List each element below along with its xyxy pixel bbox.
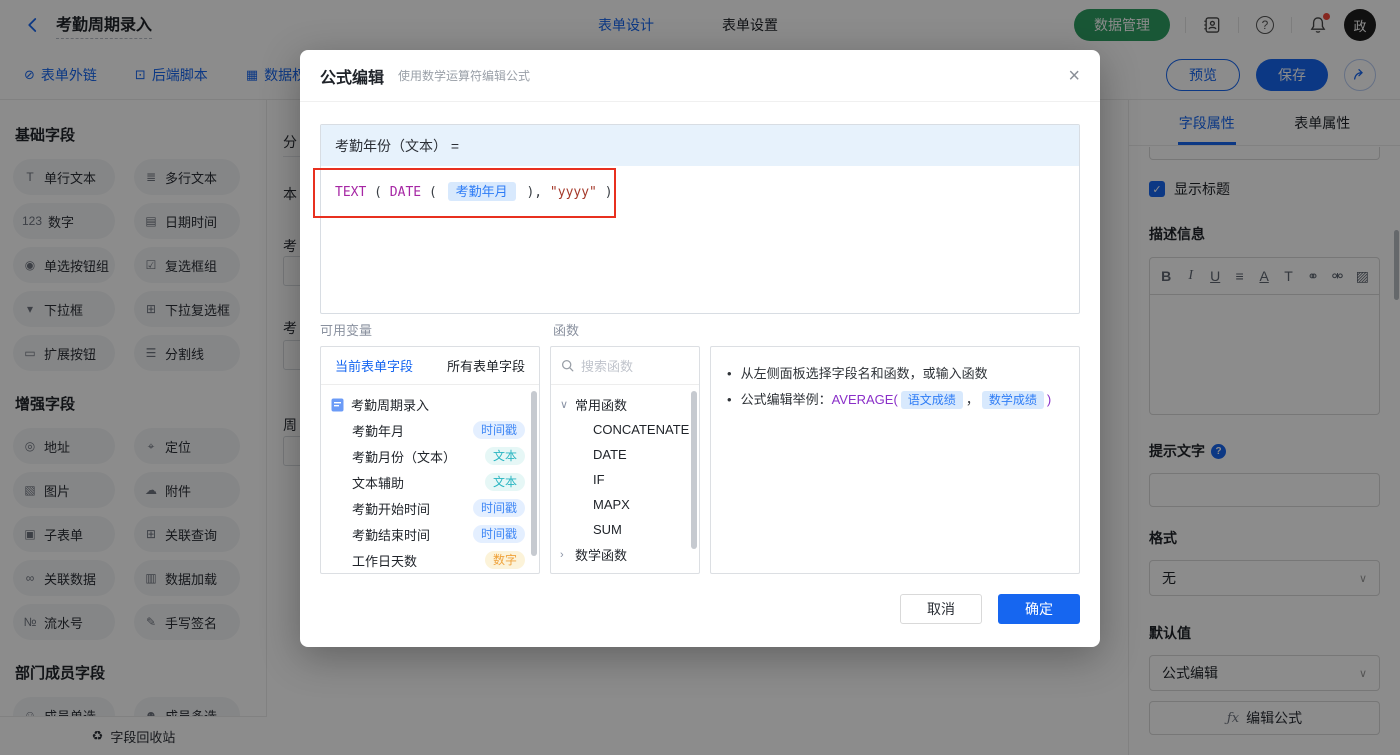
function-tree: ∨ 常用函数 CONCATENATE DATE IF MAPX SUM › 数学…	[551, 385, 699, 575]
function-name: MAPX	[593, 497, 630, 512]
tree-chevron-icon: ›	[560, 548, 564, 561]
help-example-close: )	[1046, 392, 1052, 407]
modal-header: 公式编辑 使用数学运算符编辑公式 ×	[300, 50, 1100, 102]
variables-scrollbar[interactable]	[531, 391, 537, 556]
formula-token: (	[374, 185, 382, 200]
variable-type-badge: 时间戳	[472, 525, 525, 543]
variable-row[interactable]: 考勤结束时间 时间戳	[331, 521, 539, 547]
variable-name: 考勤月份（文本）	[352, 449, 457, 465]
formula-editor: 考勤年份（文本） = TEXT ( DATE ( 考勤年月 ), "yyyy" …	[320, 124, 1080, 314]
formula-token: 考勤年月	[447, 182, 516, 201]
tree-chevron-icon: ›	[560, 574, 570, 575]
close-icon[interactable]: ×	[1068, 66, 1080, 86]
formula-token: ),	[526, 185, 543, 200]
functions-panel: 搜索函数 ∨ 常用函数 CONCATENATE DATE IF MAPX SUM…	[550, 346, 700, 574]
tree-root-form[interactable]: 考勤周期录入	[331, 392, 539, 417]
functions-scrollbar[interactable]	[691, 391, 697, 549]
variables-panel: 当前表单字段 所有表单字段 考勤周期录入 考勤年月 时间戳 考勤月份（文本） 文	[320, 346, 540, 574]
tab-all-form-fields[interactable]: 所有表单字段	[447, 356, 525, 375]
function-name: SUM	[593, 522, 622, 537]
variable-name: 工作日天数	[352, 553, 418, 569]
function-row[interactable]: SUM	[551, 517, 699, 542]
function-name: 常用函数	[575, 398, 628, 413]
formula-input-area[interactable]: TEXT ( DATE ( 考勤年月 ), "yyyy" )	[321, 166, 1079, 215]
variable-type-badge: 数字	[484, 551, 525, 569]
variable-name: 文本辅助	[352, 475, 405, 491]
variable-row[interactable]: 考勤月份（文本） 文本	[331, 443, 539, 469]
confirm-button[interactable]: 确定	[998, 594, 1080, 624]
variable-name: 考勤开始时间	[352, 501, 431, 517]
variables-tree: 考勤周期录入 考勤年月 时间戳 考勤月份（文本） 文本 文本辅助 文本 考勤开始…	[321, 385, 539, 573]
modal-title: 公式编辑	[320, 69, 385, 87]
variable-type-badge: 文本	[484, 447, 525, 465]
modal-subtitle: 使用数学运算符编辑公式	[398, 69, 531, 83]
formula-help-panel: 从左侧面板选择字段名和函数，或输入函数 公式编辑举例：AVERAGE(语文成绩，…	[710, 346, 1080, 574]
function-row[interactable]: DATE	[551, 442, 699, 467]
formula-token: DATE	[389, 185, 422, 200]
function-name: 文本函数	[575, 570, 627, 573]
cancel-button[interactable]: 取消	[900, 594, 982, 624]
variable-type-badge: 文本	[484, 473, 525, 491]
help-example-chip: 语文成绩	[900, 391, 963, 409]
function-name: 数学函数	[575, 548, 628, 563]
variable-row[interactable]: 文本辅助 文本	[331, 469, 539, 495]
function-name: IF	[593, 472, 605, 487]
formula-edit-modal: 公式编辑 使用数学运算符编辑公式 × 考勤年份（文本） = TEXT ( DAT…	[300, 50, 1100, 647]
variable-name: 考勤年月	[352, 423, 405, 439]
function-row[interactable]: CONCATENATE	[551, 417, 699, 442]
formula-token: )	[604, 185, 613, 200]
variable-type-badge: 时间戳	[472, 499, 525, 517]
variable-row[interactable]: 考勤开始时间 时间戳	[331, 495, 539, 521]
function-search[interactable]: 搜索函数	[551, 347, 699, 385]
help-tip-2: 公式编辑举例：AVERAGE(语文成绩，数学成绩)	[727, 387, 1063, 413]
variable-type-badge: 时间戳	[472, 421, 525, 439]
functions-label: 函数	[553, 323, 580, 338]
tab-current-form-fields[interactable]: 当前表单字段	[335, 356, 413, 375]
help-example-prefix: 公式编辑举例：	[740, 392, 832, 407]
formula-token: TEXT	[335, 185, 367, 200]
variable-row[interactable]: 考勤年月 时间戳	[331, 417, 539, 443]
function-row[interactable]: › 数学函数	[551, 542, 699, 567]
document-icon	[331, 398, 344, 411]
variable-rows: 考勤年月 时间戳 考勤月份（文本） 文本 文本辅助 文本 考勤开始时间 时间戳 …	[331, 417, 539, 573]
tree-chevron-icon: ∨	[560, 399, 569, 411]
variable-name: 考勤结束时间	[352, 527, 431, 543]
function-row[interactable]: › 文本函数	[551, 567, 699, 575]
formula-token: "yyyy"	[549, 185, 597, 200]
search-placeholder: 搜索函数	[581, 359, 634, 374]
formula-token: (	[428, 185, 437, 200]
variables-tabs: 当前表单字段 所有表单字段	[321, 347, 539, 385]
help-tip-1: 从左侧面板选择字段名和函数，或输入函数	[727, 361, 1063, 387]
function-name: DATE	[593, 447, 627, 462]
help-example-function: AVERAGE(	[831, 392, 898, 407]
variables-label: 可用变量	[320, 323, 373, 338]
function-row[interactable]: ∨ 常用函数	[551, 392, 699, 417]
help-example-separator: ，	[965, 392, 979, 407]
function-name: CONCATENATE	[593, 422, 690, 437]
formula-target-line: 考勤年份（文本） =	[321, 125, 1079, 166]
search-icon	[561, 359, 574, 372]
modal-footer: 取消 确定	[900, 594, 1080, 624]
function-row[interactable]: MAPX	[551, 492, 699, 517]
tree-root-label: 考勤周期录入	[351, 398, 430, 413]
function-row[interactable]: IF	[551, 467, 699, 492]
variable-row[interactable]: 工作日天数 数字	[331, 547, 539, 573]
help-example-chip: 数学成绩	[981, 391, 1044, 409]
